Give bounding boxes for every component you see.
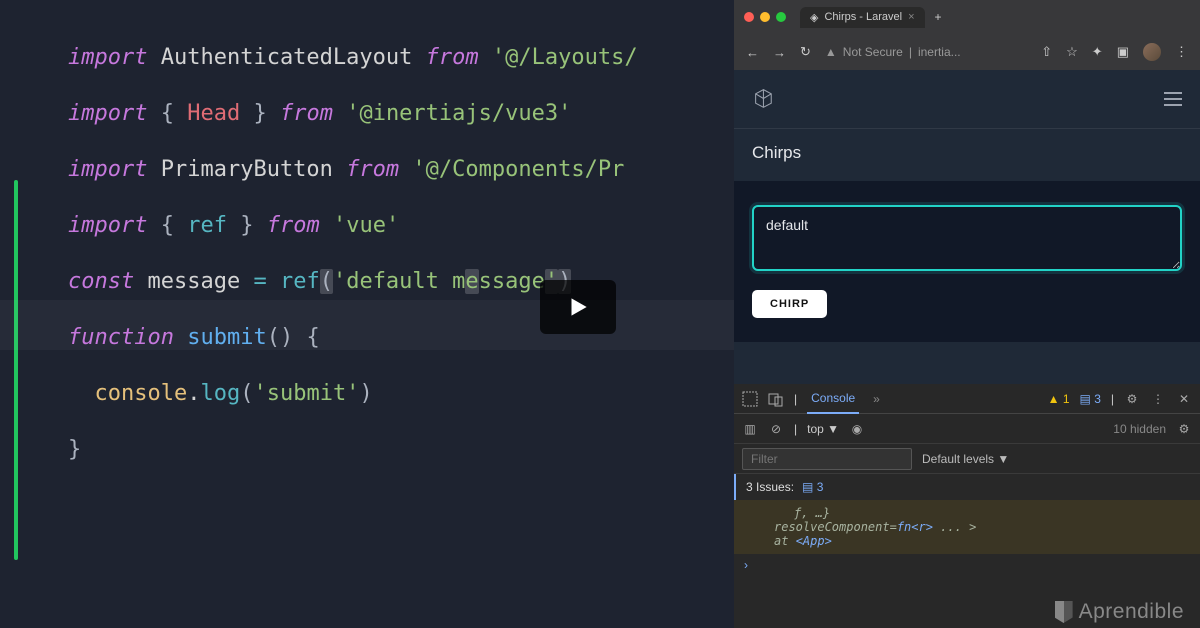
- code-line: function submit() {: [68, 310, 734, 366]
- console-settings-icon[interactable]: ⚙: [1176, 421, 1192, 437]
- code-line: const message = ref('default message'): [68, 254, 734, 310]
- sidepanel-icon[interactable]: ▣: [1117, 44, 1129, 60]
- bookmark-icon[interactable]: ☆: [1066, 44, 1078, 60]
- console-tab[interactable]: Console: [807, 384, 859, 414]
- clear-console-icon[interactable]: ⊘: [768, 421, 784, 437]
- warnings-badge[interactable]: ▲ 1: [1048, 392, 1070, 406]
- close-devtools-icon[interactable]: ✕: [1176, 391, 1192, 407]
- code-line: import { Head } from '@inertiajs/vue3': [68, 86, 734, 142]
- browser-panel: ◈ Chirps - Laravel × + ← → ↻ ▲ Not Secur…: [734, 0, 1200, 628]
- back-button[interactable]: ←: [746, 45, 759, 60]
- log-levels-selector[interactable]: Default levels ▼: [922, 452, 1009, 466]
- context-selector[interactable]: top ▼: [807, 422, 839, 436]
- url-text: inertia...: [918, 45, 961, 59]
- watermark: Aprendible: [1055, 600, 1184, 624]
- share-icon[interactable]: ⇧: [1041, 44, 1052, 60]
- maximize-window-icon[interactable]: [776, 12, 786, 22]
- filter-input[interactable]: [742, 448, 912, 470]
- page-viewport: Chirps CHIRP: [734, 70, 1200, 384]
- live-expression-icon[interactable]: ◉: [849, 421, 865, 437]
- message-input[interactable]: [752, 205, 1182, 271]
- watermark-logo-icon: [1055, 601, 1073, 623]
- devtools-tabbar: | Console » ▲ 1 ▤ 3 | ⚙ ⋮ ✕: [734, 384, 1200, 414]
- warning-icon: ▲: [825, 45, 837, 59]
- code-line: import { ref } from 'vue': [68, 198, 734, 254]
- more-tabs-button[interactable]: »: [869, 392, 884, 406]
- code-line: console.log('submit'): [68, 366, 734, 422]
- console-prompt[interactable]: ›: [734, 554, 1200, 576]
- browser-tab[interactable]: ◈ Chirps - Laravel ×: [800, 7, 925, 28]
- favicon-icon: ◈: [810, 11, 818, 24]
- tab-title: Chirps - Laravel: [824, 11, 902, 23]
- info-badge[interactable]: ▤ 3: [1080, 392, 1101, 406]
- profile-avatar[interactable]: [1143, 43, 1161, 61]
- devtools-panel: | Console » ▲ 1 ▤ 3 | ⚙ ⋮ ✕ ▥ ⊘ | top ▼ …: [734, 384, 1200, 628]
- play-button[interactable]: [540, 280, 616, 334]
- browser-toolbar: ← → ↻ ▲ Not Secure | inertia... ⇧ ☆ ✦ ▣ …: [734, 34, 1200, 70]
- code-editor[interactable]: import AuthenticatedLayout from '@/Layou…: [0, 0, 734, 628]
- browser-tabbar: ◈ Chirps - Laravel × +: [734, 0, 1200, 34]
- chirp-button[interactable]: CHIRP: [752, 290, 827, 318]
- menu-icon[interactable]: ⋮: [1175, 44, 1188, 60]
- settings-icon[interactable]: ⚙: [1124, 391, 1140, 407]
- kebab-icon[interactable]: ⋮: [1150, 391, 1166, 407]
- code-line: }: [68, 422, 734, 478]
- hidden-count[interactable]: 10 hidden: [1113, 422, 1166, 436]
- forward-button[interactable]: →: [773, 45, 786, 60]
- console-output: ƒ, …} resolveComponent=fn<r> ... > at <A…: [734, 500, 1200, 554]
- window-controls[interactable]: [744, 12, 786, 22]
- inspect-icon[interactable]: [742, 391, 758, 407]
- sidebar-toggle-icon[interactable]: ▥: [742, 421, 758, 437]
- new-tab-button[interactable]: +: [935, 10, 942, 24]
- menu-button[interactable]: [1164, 92, 1182, 106]
- address-bar[interactable]: ▲ Not Secure | inertia...: [825, 45, 1027, 59]
- gutter-change-indicator: [14, 180, 18, 560]
- device-toggle-icon[interactable]: [768, 391, 784, 407]
- close-tab-icon[interactable]: ×: [908, 11, 914, 23]
- security-label: Not Secure: [843, 45, 903, 59]
- extensions-icon[interactable]: ✦: [1092, 44, 1103, 60]
- issues-label: 3 Issues:: [746, 480, 794, 494]
- reload-button[interactable]: ↻: [800, 44, 811, 60]
- laravel-logo-icon: [752, 86, 778, 112]
- play-icon: [565, 294, 591, 320]
- issues-bar[interactable]: 3 Issues: ▤ 3: [734, 474, 1200, 500]
- minimize-window-icon[interactable]: [760, 12, 770, 22]
- code-line: import AuthenticatedLayout from '@/Layou…: [68, 30, 734, 86]
- close-window-icon[interactable]: [744, 12, 754, 22]
- code-line: import PrimaryButton from '@/Components/…: [68, 142, 734, 198]
- page-title: Chirps: [734, 128, 1200, 181]
- console-toolbar: ▥ ⊘ | top ▼ ◉ 10 hidden ⚙: [734, 414, 1200, 444]
- watermark-text: Aprendible: [1079, 600, 1184, 624]
